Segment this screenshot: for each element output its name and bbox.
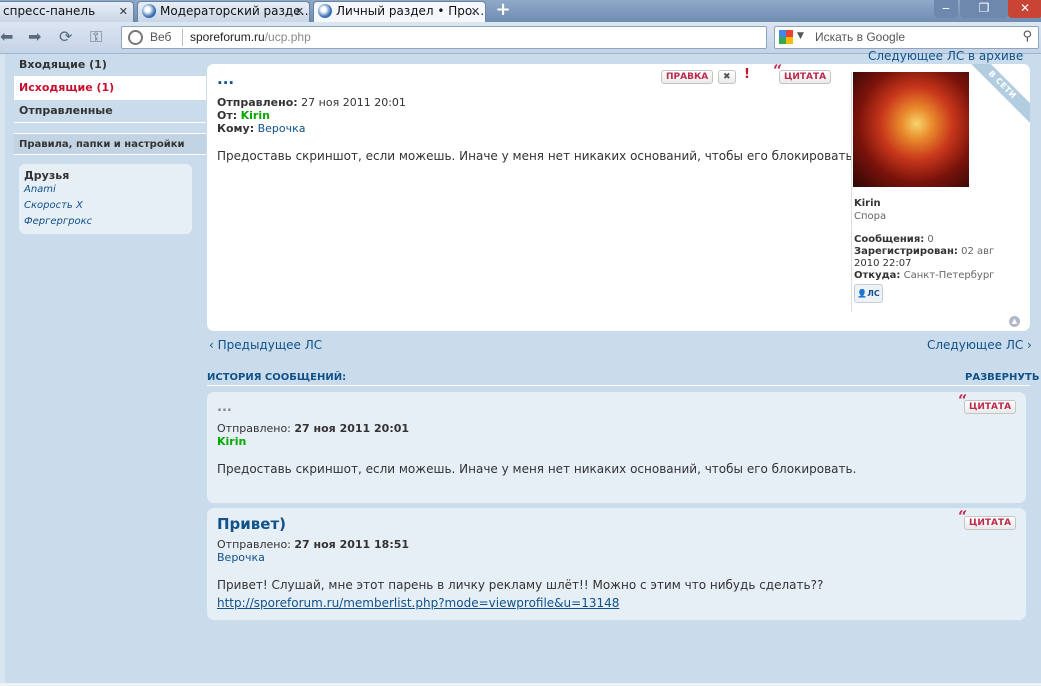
reg-label: Зарегистрирован: [854,246,958,257]
tab-express-panel[interactable]: спресс-панель ✕ [0,1,134,22]
reload-icon[interactable]: ⟳ [59,28,72,46]
sent-label: Отправлено: [217,96,298,109]
tab-title: Личный раздел • Про… [336,4,485,18]
sent-value: 27 ноя 2011 18:51 [294,538,410,551]
history-post-title: Привет) [217,515,287,533]
opera-speed-icon [142,4,156,18]
sent-label: Отправлено: [217,422,291,435]
quote-button[interactable]: ЦИТАТА [958,511,1017,530]
sidebar: Входящие (1) Исходящие (1) Отправленные … [14,54,206,155]
history-post-title: ... [217,400,232,415]
profile-rank: Спора [854,211,887,222]
tab-close-icon[interactable]: ✕ [295,2,304,21]
history-post-author[interactable]: Kirin [217,435,246,448]
chevron-down-icon[interactable]: ▼ [797,31,804,41]
archive-link[interactable]: Следующее ЛС в архиве [868,49,1023,63]
browser-tab-bar: спресс-панель ✕ Модераторский разде… ✕ Л… [0,0,1041,22]
history-divider [207,385,1030,386]
tab-personal-section[interactable]: Личный раздел • Про… ✕ [313,1,486,22]
to-label: Кому: [217,122,255,135]
history-post-sent: Отправлено: 27 ноя 2011 18:51 [217,538,409,551]
sidebar-item-outbox[interactable]: Исходящие (1) [14,77,206,100]
history-post-sent: Отправлено: 27 ноя 2011 20:01 [217,422,409,435]
author-profile: Kirin Спора Сообщения: 0 Зарегистрирован… [851,72,1026,312]
url-path: /ucp.php [264,30,311,44]
reg-value: 02 авг [961,246,995,257]
close-window-icon[interactable]: ✕ [1008,0,1041,18]
from-user-link[interactable]: Kirin [241,109,270,122]
from-label: От: [217,109,238,122]
friend-link[interactable]: Anami [24,182,187,198]
sidebar-item-sent[interactable]: Отправленные [14,100,206,123]
location-label: Откуда: [854,270,901,281]
minimize-icon[interactable]: ‒ [934,0,958,18]
history-post-content: Привет! Слушай, мне этот парень в личку … [217,578,824,592]
search-box[interactable]: ▼ Искать в Google ⚲ [774,26,1039,49]
next-pm-link[interactable]: Следующее ЛС › [927,338,1032,352]
key-icon[interactable]: ⚿ [90,28,102,46]
prev-pm-link[interactable]: ‹ Предыдущее ЛС [209,338,322,352]
expand-link[interactable]: РАЗВЕРНУТЬ [965,372,1039,383]
message-sent: Отправлено: 27 ноя 2011 20:01 [217,96,406,109]
message-from: От: Kirin [217,109,270,122]
search-icon[interactable]: ⚲ [1022,29,1032,44]
pm-label: ЛС [867,289,880,298]
maximize-icon[interactable]: ❐ [960,0,1008,18]
history-post: Привет) ЦИТАТА Отправлено: 27 ноя 2011 1… [207,508,1026,620]
url-domain: sporeforum.ru [190,30,265,44]
sidebar-item-inbox[interactable]: Входящие (1) [14,54,206,77]
to-user-link[interactable]: Верочка [258,122,306,135]
pm-button[interactable]: 👤ЛС [854,284,883,303]
location-value: Санкт-Петербург [903,270,995,281]
posts-label: Сообщения: [854,234,925,245]
friend-link[interactable]: Скорость X [24,198,187,214]
sidebar-item-settings[interactable]: Правила, папки и настройки [14,133,206,155]
left-edge [0,54,5,686]
message-title: ... [217,70,235,88]
tab-title: спресс-панель [3,4,96,18]
delete-icon[interactable]: ✖ [718,70,736,84]
posts-value: 0 [927,234,934,245]
history-post-author[interactable]: Верочка [217,551,265,564]
sent-value: 27 ноя 2011 20:01 [294,422,410,435]
report-icon[interactable]: ! [740,68,754,83]
quote-button[interactable]: ЦИТАТА [773,65,832,84]
profile-name[interactable]: Kirin [854,198,881,210]
history-post-content: Предоставь скриншот, если можешь. Иначе … [217,462,857,476]
new-tab-icon[interactable]: + [494,1,512,19]
next-pm-label: Следующее ЛС [927,338,1024,352]
address-url[interactable]: sporeforum.ru/ucp.php [190,30,311,44]
sent-label: Отправлено: [217,538,291,551]
opera-speed-icon [318,4,332,18]
forward-icon[interactable]: ➡ [28,28,41,46]
history-post-link[interactable]: http://sporeforum.ru/memberlist.php?mode… [217,594,619,612]
reg-value-cont: 2010 22:07 [854,258,912,269]
history-post: ... ЦИТАТА Отправлено: 27 ноя 2011 20:01… [207,392,1026,503]
tab-close-icon[interactable]: ✕ [119,2,128,21]
quote-button[interactable]: ЦИТАТА [958,395,1017,414]
friends-title: Друзья [24,169,70,182]
google-icon[interactable] [779,30,793,44]
address-bar[interactable]: Веб sporeforum.ru/ucp.php [121,26,767,49]
globe-icon [128,30,143,45]
user-icon: 👤 [857,289,868,298]
back-to-top-icon[interactable]: ▲ [1009,316,1020,327]
message-content: Предоставь скриншот, если можешь. Иначе … [217,149,857,163]
friends-panel: Друзья Anami Скорость X Фергергрокс [19,164,192,234]
sent-value: 27 ноя 2011 20:01 [301,96,406,109]
edit-button[interactable]: ПРАВКА [661,70,714,84]
message-to: Кому: Верочка [217,122,306,135]
prev-pm-label: Предыдущее ЛС [217,338,323,352]
address-security-label: Веб [150,30,172,44]
history-title: ИСТОРИЯ СООБЩЕНИЙ: [207,372,347,383]
friend-link[interactable]: Фергергрокс [24,214,187,230]
address-divider [182,29,183,46]
search-placeholder: Искать в Google [815,30,906,44]
tab-moderator[interactable]: Модераторский разде… ✕ [137,1,310,22]
message-post: ... ПРАВКА ✖ ! ЦИТАТА Отправлено: 27 ноя… [207,64,1030,331]
tab-close-icon[interactable]: ✕ [471,2,480,21]
back-icon[interactable]: ⬅ [0,28,13,46]
avatar[interactable] [853,72,969,187]
tab-title: Модераторский разде… [160,4,310,18]
